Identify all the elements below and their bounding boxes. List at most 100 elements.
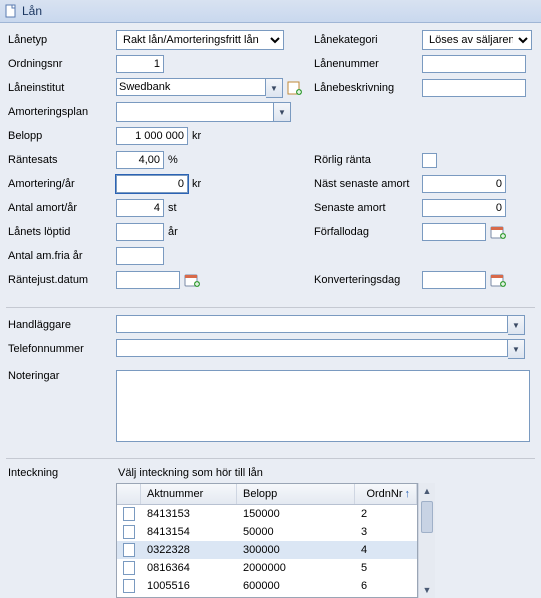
cell-aktnummer: 1005516 [141,580,237,592]
label-ordningsnr: Ordningsnr [6,58,116,70]
calendar-icon[interactable] [183,271,201,289]
label-belopp: Belopp [6,130,116,142]
document-icon [4,4,18,18]
cell-belopp: 150000 [237,508,355,520]
grid-scrollbar[interactable]: ▲ ▼ [418,483,435,598]
window-title: Lån [22,4,42,18]
label-nast-senaste-amort: Näst senaste amort [312,178,422,190]
unit-ar: år [168,226,178,238]
chevron-down-icon[interactable]: ▼ [508,315,525,335]
calendar-icon[interactable] [489,223,507,241]
cell-aktnummer: 8413154 [141,526,237,538]
label-lanenummer: Lånenummer [312,58,422,70]
chevron-down-icon[interactable]: ▼ [508,339,525,359]
row-checkbox[interactable] [123,579,135,593]
loan-window: Lån Lånetyp Rakt lån/Amorteringsfritt lå… [0,0,541,586]
table-row[interactable]: 081636420000005 [117,559,417,577]
divider [6,458,535,459]
calendar-icon[interactable] [489,271,507,289]
lanebeskrivning-input[interactable] [422,79,526,97]
label-telefonnummer: Telefonnummer [6,343,116,355]
label-lanebeskrivning: Lånebeskrivning [312,82,422,94]
label-forfallodag: Förfallodag [312,226,422,238]
handlaggare-combo[interactable]: ▼ [116,315,525,335]
form-area: Lånetyp Rakt lån/Amorteringsfritt lån Or… [6,29,535,291]
label-rorlig-ranta: Rörlig ränta [312,154,422,166]
cell-belopp: 600000 [237,580,355,592]
ordningsnr-input[interactable] [116,55,164,73]
lanets-loptid-input[interactable] [116,223,164,241]
rantejust-datum-input[interactable] [116,271,180,289]
label-senaste-amort: Senaste amort [312,202,422,214]
label-rantejust-datum: Räntejust.datum [6,274,116,286]
antal-amfria-ar-input[interactable] [116,247,164,265]
label-amorteringsplan: Amorteringsplan [6,106,116,118]
inteckning-hint: Välj inteckning som hör till lån [118,467,435,479]
table-row[interactable]: 8413154500003 [117,523,417,541]
label-antal-amort-ar: Antal amort/år [6,202,116,214]
cell-ordnnr: 4 [355,544,417,556]
chevron-down-icon[interactable]: ▼ [266,78,283,98]
cell-ordnnr: 6 [355,580,417,592]
label-konverteringsdag: Konverteringsdag [312,274,422,286]
forfallodag-input[interactable] [422,223,486,241]
inteckning-grid: Aktnummer Belopp OrdnNr ↑ 84131531500002… [116,483,435,598]
laneinstitut-edit-icon[interactable] [286,79,304,97]
label-noteringar: Noteringar [6,370,116,382]
senaste-amort-input[interactable] [422,199,506,217]
grid-body[interactable]: 8413153150000284131545000030322328300000… [117,505,417,597]
unit-kr: kr [192,178,201,190]
unit-kr: kr [192,130,201,142]
lanekategori-select[interactable]: Löses av säljaren [422,30,532,50]
sort-asc-icon: ↑ [405,488,411,500]
grid-header-ordnnr-label: OrdnNr [366,488,402,500]
laneinstitut-input[interactable] [116,78,266,96]
table-row[interactable]: 84131531500002 [117,505,417,523]
unit-percent: % [168,154,178,166]
laneinstitut-combo[interactable]: ▼ [116,78,283,98]
konverteringsdag-input[interactable] [422,271,486,289]
grid-header-aktnummer[interactable]: Aktnummer [141,484,237,504]
table-row[interactable]: 10055166000006 [117,577,417,595]
label-lanetyp: Lånetyp [6,34,116,46]
handlaggare-input[interactable] [116,315,508,333]
antal-amort-ar-input[interactable] [116,199,164,217]
scroll-down-icon[interactable]: ▼ [419,582,435,598]
lanenummer-input[interactable] [422,55,526,73]
belopp-input[interactable] [116,127,188,145]
row-checkbox[interactable] [123,543,135,557]
row-checkbox[interactable] [123,507,135,521]
row-checkbox[interactable] [123,525,135,539]
scroll-up-icon[interactable]: ▲ [419,483,435,499]
chevron-down-icon[interactable]: ▼ [274,102,291,122]
label-amortering-ar: Amortering/år [6,178,116,190]
cell-belopp: 50000 [237,526,355,538]
nast-senaste-amort-input[interactable] [422,175,506,193]
grid-header-checkbox [117,484,141,504]
noteringar-textarea[interactable] [116,370,530,442]
label-lanekategori: Lånekategori [312,34,422,46]
amortering-ar-input[interactable] [116,175,188,193]
window-titlebar: Lån [0,0,541,23]
table-row[interactable]: 03223283000004 [117,541,417,559]
cell-ordnnr: 2 [355,508,417,520]
label-antal-amfria-ar: Antal am.fria år [6,250,116,262]
telefonnummer-combo[interactable]: ▼ [116,339,525,359]
lanetyp-select[interactable]: Rakt lån/Amorteringsfritt lån [116,30,284,50]
row-checkbox[interactable] [123,561,135,575]
label-lanets-loptid: Lånets löptid [6,226,116,238]
scroll-thumb[interactable] [421,501,433,533]
cell-ordnnr: 3 [355,526,417,538]
cell-aktnummer: 0816364 [141,562,237,574]
grid-header-ordnnr[interactable]: OrdnNr ↑ [355,484,417,504]
divider [6,307,535,308]
label-laneinstitut: Låneinstitut [6,82,116,94]
telefonnummer-input[interactable] [116,339,508,357]
unit-st: st [168,202,177,214]
amorteringsplan-combo[interactable]: ▼ [116,102,291,122]
rorlig-ranta-checkbox[interactable] [422,153,437,168]
grid-header-belopp[interactable]: Belopp [237,484,355,504]
rantesats-input[interactable] [116,151,164,169]
amorteringsplan-input[interactable] [116,102,274,122]
cell-aktnummer: 8413153 [141,508,237,520]
